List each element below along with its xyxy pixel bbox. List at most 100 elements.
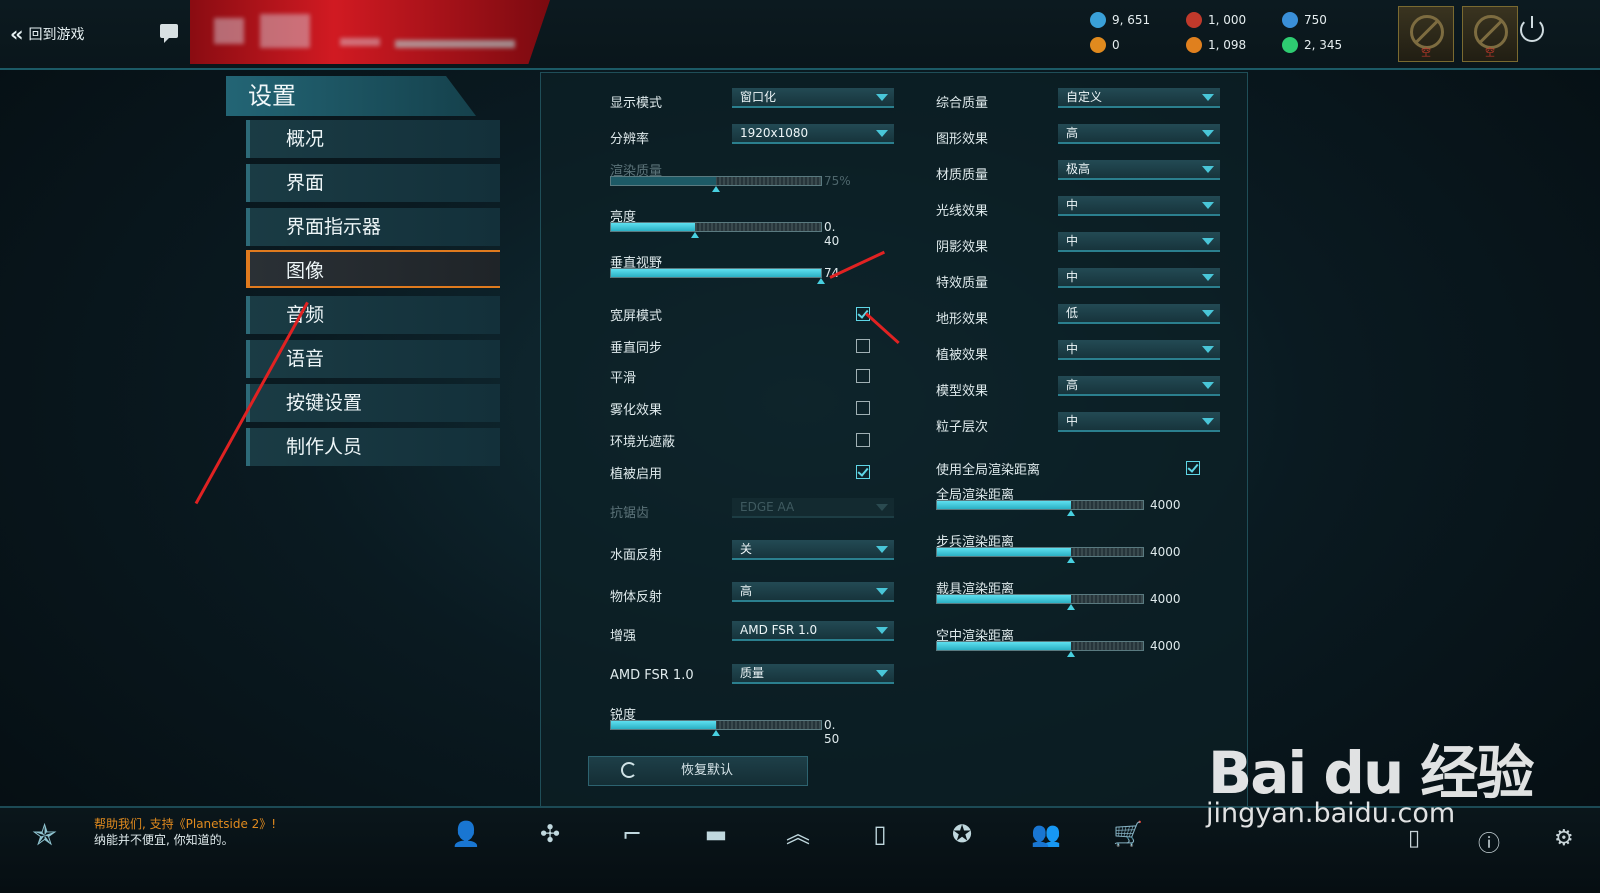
dropdown-value: 关 (740, 542, 753, 556)
fog-checkbox[interactable] (856, 401, 870, 415)
star-badge-icon[interactable]: ✪ (940, 814, 984, 854)
air-render-distance-slider[interactable] (936, 641, 1144, 657)
resolution-dropdown[interactable]: 1920x1080 (732, 124, 894, 144)
slot-label: 空 (1421, 48, 1431, 59)
map-compass-icon[interactable]: ✣ (528, 814, 572, 854)
ambient-occlusion-checkbox[interactable] (856, 433, 870, 447)
shadows-dropdown[interactable]: 中 (1058, 232, 1220, 252)
render-quality-slider[interactable] (610, 176, 822, 192)
blurred-name (260, 14, 310, 48)
overall-quality-dropdown[interactable]: 自定义 (1058, 88, 1220, 108)
display-mode-dropdown[interactable]: 窗口化 (732, 88, 894, 108)
antialias-dropdown[interactable]: EDGE AA (732, 498, 894, 518)
slider-fill (937, 548, 1071, 556)
resource-value: 750 (1304, 13, 1327, 27)
daybreak-cash-icon (1090, 37, 1106, 53)
terrain-dropdown[interactable]: 低 (1058, 304, 1220, 324)
infantry-render-distance-slider[interactable] (936, 547, 1144, 563)
currency-panel: 9, 651 1, 000 750 0 1, 098 2, 345 (1090, 8, 1370, 60)
setting-label: 水面反射 (610, 548, 663, 563)
slider-handle[interactable] (691, 232, 699, 238)
foliage-enabled-checkbox[interactable] (856, 465, 870, 479)
cart-icon[interactable]: 🛒 (1106, 814, 1150, 854)
object-reflection-dropdown[interactable]: 高 (732, 582, 894, 602)
water-reflection-dropdown[interactable]: 关 (732, 540, 894, 560)
clipboard-icon[interactable]: ▯ (1408, 826, 1420, 851)
setting-label: 模型效果 (936, 384, 989, 399)
implant-slot[interactable]: 空 (1398, 6, 1454, 62)
squad-icon[interactable]: 👥 (1024, 814, 1068, 854)
vehicle-render-distance-slider[interactable] (936, 594, 1144, 610)
resource-value: 9, 651 (1112, 13, 1151, 27)
slider-fill (937, 501, 1071, 509)
setting-label: 平滑 (610, 371, 637, 386)
nav-item-interface[interactable]: 界面 (246, 164, 500, 202)
slider-handle[interactable] (1066, 651, 1075, 657)
models-dropdown[interactable]: 高 (1058, 376, 1220, 396)
player-banner (190, 0, 550, 64)
setting-label: 环境光遮蔽 (610, 435, 676, 450)
foliage-dropdown[interactable]: 中 (1058, 340, 1220, 360)
dropdown-value: 中 (1066, 234, 1079, 248)
rank-chevrons-icon[interactable]: ︽ (776, 814, 820, 854)
slider-value: 75% (824, 174, 851, 188)
weapons-icon[interactable]: ⌐ (610, 814, 654, 854)
texture-quality-dropdown[interactable]: 极高 (1058, 160, 1220, 180)
dropdown-value: 窗口化 (740, 90, 777, 104)
chat-icon[interactable] (160, 24, 178, 43)
graphics-effects-dropdown[interactable]: 高 (1058, 124, 1220, 144)
nav-item-audio[interactable]: 音频 (246, 296, 500, 334)
resource-value: 0 (1112, 38, 1120, 52)
dropdown-arrow-icon (876, 504, 888, 511)
setting-label: 光线效果 (936, 204, 989, 219)
effects-quality-dropdown[interactable]: 中 (1058, 268, 1220, 288)
settings-title: 设置 (226, 76, 476, 116)
sharpness-slider[interactable] (610, 720, 822, 736)
implant-slot[interactable]: 空 (1462, 6, 1518, 62)
power-icon[interactable] (1520, 16, 1544, 42)
vsync-checkbox[interactable] (856, 339, 870, 353)
brightness-slider[interactable] (610, 222, 822, 238)
restore-defaults-button[interactable]: 恢复默认 (588, 756, 808, 786)
global-render-distance-slider[interactable] (936, 500, 1144, 516)
slider-value: 4000 (1150, 592, 1181, 606)
slider-fill (611, 177, 716, 185)
restore-defaults-label: 恢复默认 (681, 763, 734, 778)
lighting-dropdown[interactable]: 中 (1058, 196, 1220, 216)
directive-icon[interactable]: ▯ (858, 814, 902, 854)
help-icon[interactable]: ⓘ (1478, 826, 1500, 858)
fsr-dropdown[interactable]: 质量 (732, 664, 894, 684)
vertical-fov-slider[interactable] (610, 268, 825, 284)
dropdown-arrow-icon (1202, 418, 1214, 425)
watermark-brand: Bai du 经验 (1208, 739, 1534, 807)
slider-handle[interactable] (712, 186, 720, 192)
nav-item-hud-indicators[interactable]: 界面指示器 (246, 208, 500, 246)
dropdown-arrow-icon (1202, 202, 1214, 209)
setting-label: 综合质量 (936, 96, 989, 111)
setting-label: 显示模式 (610, 96, 663, 111)
enhance-dropdown[interactable]: AMD FSR 1.0 (732, 621, 894, 641)
vehicle-tank-icon[interactable]: ▬ (694, 814, 738, 854)
dropdown-arrow-icon (1202, 274, 1214, 281)
smooth-checkbox[interactable] (856, 369, 870, 383)
setting-label: 使用全局渲染距离 (936, 463, 1041, 478)
nanite-icon (1186, 12, 1202, 28)
orb-icon (1282, 12, 1298, 28)
back-to-game-button[interactable]: ‹‹ 回到游戏 (10, 20, 84, 48)
nav-item-overview[interactable]: 概况 (246, 120, 500, 158)
nav-item-keybindings[interactable]: 按键设置 (246, 384, 500, 422)
setting-label: 物体反射 (610, 590, 663, 605)
settings-gear-icon[interactable]: ⚙ (1554, 826, 1574, 851)
global-render-checkbox[interactable] (1186, 461, 1200, 475)
character-icon[interactable]: 👤 (444, 814, 488, 854)
dropdown-value: 中 (1066, 414, 1079, 428)
slider-handle[interactable] (1066, 510, 1075, 516)
slot-label: 空 (1485, 48, 1495, 59)
slider-handle[interactable] (1066, 557, 1075, 563)
slider-handle[interactable] (712, 730, 720, 736)
rank-chevron-icon[interactable]: ✯ (32, 818, 57, 853)
nav-item-credits[interactable]: 制作人员 (246, 428, 500, 466)
slider-handle[interactable] (1066, 604, 1075, 610)
nav-item-graphics[interactable]: 图像 (246, 250, 500, 288)
particles-dropdown[interactable]: 中 (1058, 412, 1220, 432)
